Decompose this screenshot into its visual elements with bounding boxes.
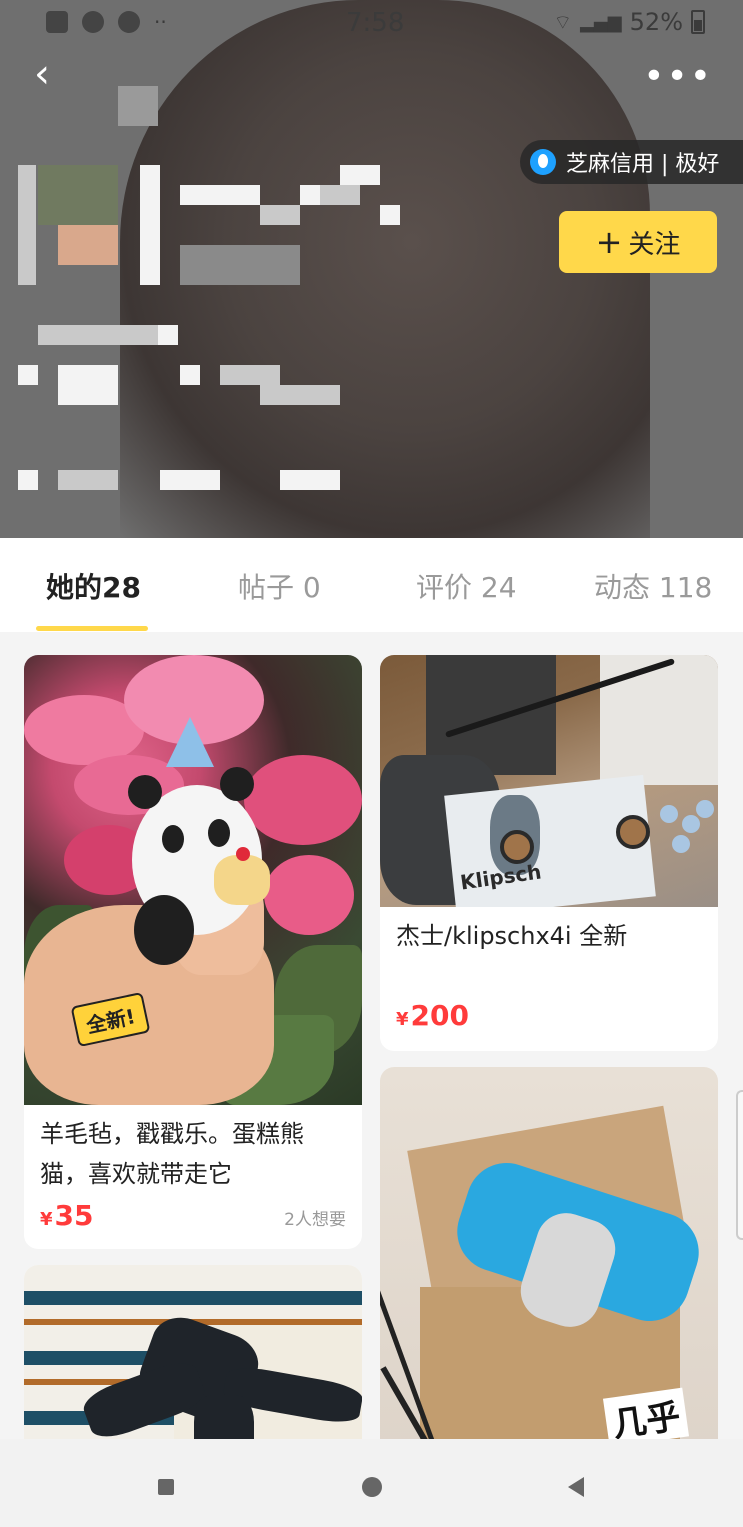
item-card-klipsch[interactable]: Klipsch 杰士/klipschx4i 全新 ¥200 bbox=[380, 655, 718, 1051]
wechat-icon bbox=[82, 11, 104, 33]
wifi-icon: ⌔ bbox=[553, 9, 573, 34]
item-card-panda[interactable]: 全新! 羊毛毡，戳戳乐。蛋糕熊 猫，喜欢就带走它 ¥35 2人想要 bbox=[24, 655, 362, 1249]
sesame-credit-badge[interactable]: 芝麻信用 | 极好 bbox=[520, 140, 743, 184]
recent-apps-icon[interactable] bbox=[158, 1479, 174, 1495]
system-icons: ⌔ ▂▄▆ 52% bbox=[553, 8, 705, 36]
clock: 7:58 bbox=[346, 8, 405, 38]
tab-items[interactable]: 她的28 bbox=[46, 566, 141, 606]
profile-header: ·· 7:58 ⌔ ▂▄▆ 52% ‹ ••• 芝麻信用 | 极好 + 关注 bbox=[0, 0, 743, 538]
item-photo-klipsch: Klipsch bbox=[380, 655, 718, 907]
gallery-icon bbox=[46, 11, 68, 33]
tab-reviews[interactable]: 评价 24 bbox=[416, 566, 517, 606]
notification-icons: ·· bbox=[46, 10, 167, 34]
item-photo-panda: 全新! bbox=[24, 655, 362, 1105]
battery-icon bbox=[691, 10, 705, 34]
tab-activity[interactable]: 动态 118 bbox=[594, 566, 712, 606]
item-price: ¥35 bbox=[40, 1199, 94, 1232]
tab-posts[interactable]: 帖子 0 bbox=[238, 566, 321, 606]
sesame-credit-icon bbox=[530, 149, 556, 175]
item-title-line1: 羊毛毡，戳戳乐。蛋糕熊 bbox=[40, 1120, 304, 1148]
active-tab-indicator bbox=[36, 626, 148, 631]
follow-button[interactable]: + 关注 bbox=[559, 211, 717, 273]
home-icon[interactable] bbox=[362, 1477, 382, 1497]
back-triangle-icon[interactable] bbox=[568, 1477, 584, 1497]
profile-tabs: 她的28 帖子 0 评价 24 动态 118 bbox=[0, 538, 743, 632]
system-navigation-bar bbox=[0, 1439, 743, 1527]
item-card-band[interactable]: 几乎 bbox=[380, 1067, 718, 1487]
talk-icon bbox=[118, 11, 140, 33]
item-photo-band: 几乎 bbox=[380, 1067, 718, 1487]
item-title-line2: 猫，喜欢就带走它 bbox=[40, 1160, 232, 1188]
status-bar: ·· 7:58 ⌔ ▂▄▆ 52% bbox=[0, 0, 743, 46]
more-options-icon[interactable]: ••• bbox=[643, 59, 713, 95]
item-title-line1: 杰士/klipschx4i 全新 bbox=[396, 922, 628, 950]
profile-page: ·· 7:58 ⌔ ▂▄▆ 52% ‹ ••• 芝麻信用 | 极好 + 关注 她… bbox=[0, 0, 743, 1527]
follow-label: 关注 bbox=[628, 229, 681, 260]
item-price: ¥200 bbox=[396, 999, 469, 1032]
signal-icon: ▂▄▆ bbox=[580, 11, 622, 33]
more-notifications-icon: ·· bbox=[154, 10, 167, 34]
sesame-credit-label: 芝麻信用 | 极好 bbox=[566, 152, 720, 177]
battery-percent: 52% bbox=[629, 8, 683, 36]
plus-icon: + bbox=[595, 223, 623, 261]
item-wants-count: 2人想要 bbox=[284, 1210, 346, 1230]
back-arrow-icon[interactable]: ‹ bbox=[34, 54, 70, 94]
scrollbar[interactable] bbox=[736, 1090, 743, 1240]
